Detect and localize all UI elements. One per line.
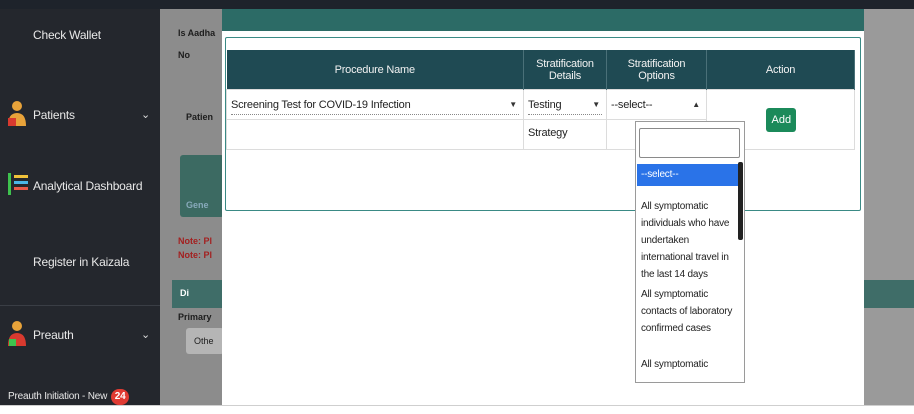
- add-button[interactable]: Add: [765, 107, 796, 132]
- header-stratification-options: Stratification Options: [606, 50, 707, 90]
- procedure-select[interactable]: Screening Test for COVID-19 Infection ▼: [231, 91, 519, 119]
- header-stratification-details: Stratification Details: [523, 50, 607, 90]
- sidebar-item-label: Preauth: [33, 328, 74, 342]
- dashboard-icon: [8, 173, 28, 195]
- empty-cell: [226, 119, 524, 150]
- sidebar: Check Wallet Patients ⌄ Analytical Dashb…: [0, 9, 160, 405]
- background-note: Note: Pl: [178, 250, 213, 260]
- stratification-modal: Procedure Name Stratification Details St…: [222, 9, 864, 406]
- select-underline: [231, 113, 519, 115]
- procedure-cell: Screening Test for COVID-19 Infection ▼: [226, 89, 524, 120]
- top-bar: [0, 0, 914, 9]
- sidebar-item-patients[interactable]: Patients ⌄: [0, 101, 160, 132]
- table-row: Screening Test for COVID-19 Infection ▼ …: [226, 89, 855, 150]
- sidebar-item-label: Register in Kaizala: [33, 255, 130, 269]
- chevron-down-icon[interactable]: ⌄: [141, 108, 150, 121]
- caret-up-icon: ▲: [692, 99, 700, 109]
- background-text: Di: [180, 288, 189, 298]
- details-cell: Testing Strategy ▼: [523, 89, 607, 139]
- sidebar-item-preauth[interactable]: Preauth ⌄: [0, 321, 160, 352]
- background-text: Primary: [178, 312, 212, 322]
- sidebar-item-label: Preauth Initiation - New 24: [8, 389, 130, 405]
- table-header-row: Procedure Name Stratification Details St…: [226, 50, 855, 90]
- procedure-table: Procedure Name Stratification Details St…: [226, 50, 855, 150]
- dropdown-search-input[interactable]: [639, 128, 740, 158]
- dropdown-scrollbar[interactable]: [738, 162, 743, 240]
- background-text: Gene: [186, 200, 209, 210]
- preauth-icon: [8, 321, 26, 346]
- header-action: Action: [706, 50, 855, 90]
- options-value: --select--: [611, 98, 653, 111]
- sidebar-item-label: Patients: [33, 108, 75, 122]
- dropdown-option-international-travel[interactable]: All symptomatic individuals who have und…: [637, 198, 739, 283]
- background-text: Is Aadha: [178, 28, 216, 38]
- divider: [0, 305, 160, 306]
- sidebar-item-label: Analytical Dashboard: [33, 179, 143, 193]
- select-underline: [528, 113, 602, 115]
- dropdown-option-lab-contacts[interactable]: All symptomatic contacts of laboratory c…: [637, 286, 739, 337]
- background-note: Note: Pl: [178, 236, 213, 246]
- background-text: Patien: [186, 112, 214, 122]
- options-cell: --select-- ▲: [606, 89, 707, 120]
- stratification-options-dropdown: --select-- All symptomatic individuals w…: [635, 121, 745, 383]
- options-select[interactable]: --select-- ▲: [611, 91, 702, 119]
- details-select[interactable]: Testing Strategy ▼: [528, 91, 602, 139]
- count-badge: 24: [111, 389, 130, 405]
- dropdown-option-symptomatic[interactable]: All symptomatic: [637, 356, 739, 373]
- background-bar: [862, 280, 914, 308]
- preauth-initiation-label: Preauth Initiation - New: [8, 391, 108, 402]
- sidebar-item-register-kaizala[interactable]: Register in Kaizala: [0, 255, 160, 275]
- sidebar-item-check-wallet[interactable]: Check Wallet: [0, 28, 160, 48]
- dropdown-option-select[interactable]: --select--: [637, 164, 739, 186]
- procedure-value: Screening Test for COVID-19 Infection: [231, 98, 411, 111]
- sidebar-item-analytical-dashboard[interactable]: Analytical Dashboard: [0, 173, 160, 203]
- details-value: Testing Strategy: [528, 98, 568, 139]
- modal-header: [222, 9, 864, 31]
- patient-icon: [8, 101, 26, 126]
- background-text: Othe: [194, 336, 214, 346]
- chevron-down-icon[interactable]: ⌄: [141, 328, 150, 341]
- background-text: No: [178, 50, 190, 60]
- sidebar-item-label: Check Wallet: [33, 28, 101, 42]
- header-procedure-name: Procedure Name: [226, 50, 524, 90]
